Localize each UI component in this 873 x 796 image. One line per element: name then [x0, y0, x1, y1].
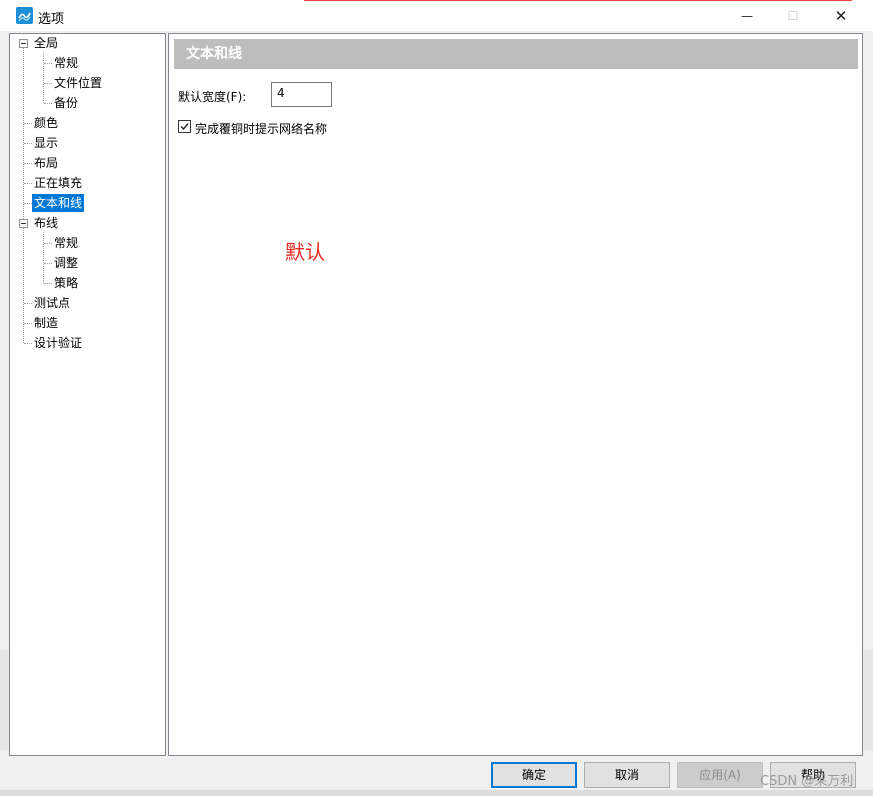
tree-item-display[interactable]: 显示: [32, 134, 60, 152]
collapse-icon[interactable]: [19, 219, 28, 228]
watermark: CSDN @呆万利: [760, 774, 854, 789]
tree-item-test-points[interactable]: 测试点: [32, 294, 72, 312]
tree-connector-line: [24, 343, 32, 344]
tree-connector-line: [44, 103, 52, 104]
background-taskbar-strip: [0, 790, 873, 796]
tree-item-global-general[interactable]: 常规: [52, 54, 80, 72]
tree-item-routing[interactable]: 布线: [32, 214, 60, 232]
apply-button[interactable]: 应用(A): [677, 762, 763, 788]
tree-connector-line: [44, 263, 52, 264]
tree-connector-line: [24, 163, 32, 164]
section-header: 文本和线: [174, 39, 858, 69]
window-title: 选项: [38, 12, 65, 27]
tree-item-layout[interactable]: 布局: [32, 154, 60, 172]
tree-item-text-and-lines[interactable]: 文本和线: [32, 194, 85, 212]
tree-item-manufacturing[interactable]: 制造: [32, 314, 60, 332]
tree-connector-line: [24, 303, 32, 304]
tree-connector-line: [44, 83, 52, 84]
ok-button[interactable]: 确定: [491, 762, 577, 788]
tree-item-filling[interactable]: 正在填充: [32, 174, 84, 192]
collapse-icon[interactable]: [19, 39, 28, 48]
default-width-input[interactable]: 4: [271, 82, 332, 107]
tree-connector-line: [24, 123, 32, 124]
close-button[interactable]: ✕: [818, 0, 864, 31]
tree-item-routing-general[interactable]: 常规: [52, 234, 80, 252]
tree-item-file-locations[interactable]: 文件位置: [52, 74, 104, 92]
tree-item-global[interactable]: 全局: [32, 34, 60, 52]
prompt-net-name-label[interactable]: 完成覆铜时提示网络名称: [195, 120, 327, 137]
tree-connector-line: [24, 183, 32, 184]
tree-connector-line: [44, 63, 52, 64]
options-tree[interactable]: 全局 常规 文件位置 备份 颜色 显示 布局 正在填充 文本和线 布线 常规 调…: [9, 33, 166, 756]
tree-connector-line: [43, 52, 44, 103]
tree-connector-line: [24, 323, 32, 324]
prompt-net-name-checkbox[interactable]: [178, 120, 191, 133]
title-bar: 选项 — ☐ ✕: [0, 0, 873, 31]
tree-connector-line: [24, 143, 32, 144]
tree-connector-line: [43, 232, 44, 283]
maximize-icon: ☐: [787, 8, 799, 23]
background-window-sliver-left: [0, 650, 9, 750]
tree-item-adjust[interactable]: 调整: [52, 254, 80, 272]
tree-item-backup[interactable]: 备份: [52, 94, 80, 112]
tree-connector-line: [23, 47, 24, 343]
close-icon: ✕: [834, 6, 848, 25]
app-icon: [16, 7, 33, 24]
background-window-sliver-right: [863, 650, 873, 750]
maximize-button[interactable]: ☐: [770, 0, 816, 31]
annotation-text: 默认: [285, 240, 325, 264]
settings-content-panel: 文本和线 默认宽度(F): 4 完成覆铜时提示网络名称 默认: [168, 33, 863, 756]
cancel-button[interactable]: 取消: [584, 762, 670, 788]
tree-item-strategy[interactable]: 策略: [52, 274, 80, 292]
minimize-icon: —: [741, 8, 753, 23]
check-icon: [180, 123, 189, 131]
tree-connector-line: [44, 283, 52, 284]
minimize-button[interactable]: —: [724, 0, 770, 31]
tree-connector-line: [44, 243, 52, 244]
tree-item-design-verification[interactable]: 设计验证: [32, 334, 84, 352]
tree-item-colors[interactable]: 颜色: [32, 114, 60, 132]
default-width-label: 默认宽度(F):: [178, 90, 247, 104]
tree-connector-line: [24, 203, 32, 204]
